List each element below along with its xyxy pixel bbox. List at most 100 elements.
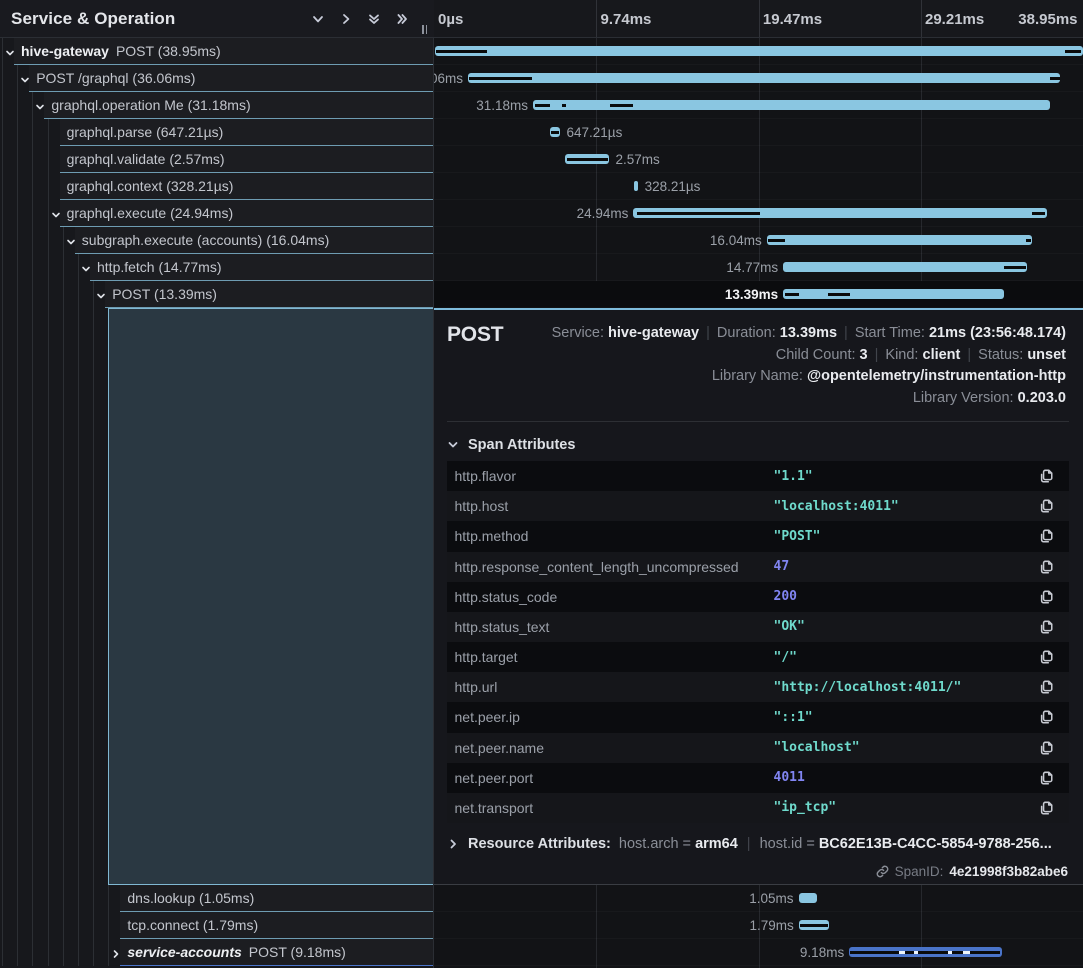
chevron-right-icon[interactable] <box>110 947 122 959</box>
indent-guide <box>2 92 3 119</box>
copy-icon[interactable] <box>1037 740 1053 756</box>
indent-guide <box>17 885 18 912</box>
span-bar[interactable] <box>799 893 817 903</box>
critical-path-segment <box>850 951 1000 954</box>
timeline-row[interactable]: 16.04ms <box>434 227 1083 254</box>
collapse-all-icon[interactable] <box>364 9 384 29</box>
expand-one-icon[interactable] <box>336 9 356 29</box>
copy-icon[interactable] <box>1037 468 1053 484</box>
resource-attributes-toggle[interactable]: Resource Attributes: <box>447 836 611 852</box>
timeline-row[interactable]: 36.06ms <box>434 65 1083 92</box>
copy-icon[interactable] <box>1037 498 1053 514</box>
attribute-key: http.status_text <box>455 619 550 635</box>
indent-guide <box>2 38 3 65</box>
chevron-down-icon[interactable] <box>19 73 31 85</box>
expand-all-icon[interactable] <box>392 9 412 29</box>
timeline-row[interactable]: 31.18ms <box>434 92 1083 119</box>
ruler-tick-label: 29.21ms <box>925 11 984 28</box>
timeline-row[interactable]: 24.94ms <box>434 200 1083 227</box>
span-id-value: 4e21998f3b82abe6 <box>949 864 1068 879</box>
chevron-down-icon[interactable] <box>50 208 62 220</box>
copy-icon[interactable] <box>1037 528 1053 544</box>
span-bar[interactable] <box>468 73 1060 83</box>
chevron-down-icon[interactable] <box>80 262 92 274</box>
chevron-down-icon[interactable] <box>65 235 77 247</box>
span-meta-line: Library Name: @opentelemetry/instrumenta… <box>552 366 1066 388</box>
timeline-row[interactable]: 13.39ms <box>434 281 1083 308</box>
span-bar[interactable] <box>634 181 638 191</box>
operation-name: graphql.validate (2.57ms) <box>67 151 225 167</box>
indent-guide <box>17 119 18 146</box>
span-row-graphql.context[interactable]: graphql.context (328.21µs) <box>0 173 434 200</box>
copy-icon[interactable] <box>1037 709 1053 725</box>
duration-label: 9.18ms <box>800 939 844 966</box>
timeline-row[interactable]: 1.05ms <box>434 885 1083 912</box>
indent-guide <box>32 92 33 119</box>
copy-icon[interactable] <box>1037 589 1053 605</box>
attribute-key: net.peer.name <box>455 740 545 756</box>
copy-icon[interactable] <box>1037 649 1053 665</box>
copy-icon[interactable] <box>1037 800 1053 816</box>
row-border <box>120 965 434 966</box>
attribute-key: net.peer.port <box>455 770 534 786</box>
span-tree: hive-gatewayPOST (38.95ms)POST /graphql … <box>0 38 434 968</box>
span-bar[interactable] <box>783 289 1004 299</box>
span-row-graphql.parse[interactable]: graphql.parse (647.21µs) <box>0 119 434 146</box>
attribute-key: http.target <box>455 649 518 665</box>
indent-guide <box>32 227 33 254</box>
span-attributes-header[interactable]: Span Attributes <box>447 437 575 453</box>
span-row-graphql.execute[interactable]: graphql.execute (24.94ms) <box>0 200 434 227</box>
resource-attributes-row[interactable]: Resource Attributes:host.arch = arm64|ho… <box>447 832 1052 856</box>
meta-value: 21ms (23:56:48.174) <box>929 325 1066 341</box>
duration-label: 13.39ms <box>725 281 778 308</box>
span-bar[interactable] <box>435 46 1083 56</box>
timeline-row[interactable]: 328.21µs <box>434 173 1083 200</box>
copy-icon[interactable] <box>1037 679 1053 695</box>
indent-guide <box>78 254 79 281</box>
chevron-down-icon[interactable] <box>34 100 46 112</box>
attribute-value: "/" <box>774 650 797 665</box>
copy-icon[interactable] <box>1037 619 1053 635</box>
indent-guide <box>48 119 49 146</box>
span-row-hive-gateway[interactable]: hive-gatewayPOST (38.95ms) <box>0 38 434 65</box>
attribute-value: "OK" <box>774 619 805 634</box>
service-operation-title: Service & Operation <box>11 9 175 29</box>
collapse-one-icon[interactable] <box>308 9 328 29</box>
span-row-subgraph.execute[interactable]: subgraph.execute (accounts) (16.04ms) <box>0 227 434 254</box>
timeline-row[interactable]: 38.95ms <box>434 38 1083 65</box>
span-row-POST[interactable]: POST (13.39ms) <box>0 281 434 308</box>
resource-attribute-key: host.id = <box>760 836 819 852</box>
span-row-http.fetch[interactable]: http.fetch (14.77ms) <box>0 254 434 281</box>
chevron-down-icon[interactable] <box>95 289 107 301</box>
span-id-row[interactable]: SpanID:4e21998f3b82abe6 <box>876 861 1068 883</box>
indent-guide <box>17 92 18 119</box>
span-row-POST[interactable]: POST /graphql (36.06ms) <box>0 65 434 92</box>
timeline-row[interactable]: 14.77ms <box>434 254 1083 281</box>
span-tick <box>914 951 918 954</box>
duration-label: 24.94ms <box>577 200 629 227</box>
indent-guide <box>32 281 33 308</box>
span-bar[interactable] <box>783 262 1027 272</box>
timeline-row[interactable]: 2.57ms <box>434 146 1083 173</box>
meta-separator: | <box>868 347 886 363</box>
timeline-row[interactable]: 647.21µs <box>434 119 1083 146</box>
timeline-row[interactable]: 9.18ms <box>434 939 1083 966</box>
column-resizer[interactable] <box>422 25 427 34</box>
attribute-row: http.target "/" <box>447 642 1069 672</box>
span-row-tcp.connect[interactable]: tcp.connect (1.79ms) <box>0 912 434 939</box>
span-row-dns.lookup[interactable]: dns.lookup (1.05ms) <box>0 885 434 912</box>
span-row-service-accounts[interactable]: service-accountsPOST (9.18ms) <box>0 939 434 966</box>
chevron-down-icon[interactable] <box>4 46 16 58</box>
timeline-ruler[interactable]: 0µs9.74ms19.47ms29.21ms38.95ms <box>434 0 1083 38</box>
span-row-graphql.validate[interactable]: graphql.validate (2.57ms) <box>0 146 434 173</box>
copy-icon[interactable] <box>1037 559 1053 575</box>
timeline-row[interactable]: 1.79ms <box>434 912 1083 939</box>
span-bar[interactable] <box>767 235 1033 245</box>
ruler-tick-label: 0µs <box>438 11 463 28</box>
critical-path-segment <box>436 50 487 53</box>
detail-gutter <box>0 308 108 885</box>
attribute-key: net.transport <box>455 800 534 816</box>
span-row-graphql.operation[interactable]: graphql.operation Me (31.18ms) <box>0 92 434 119</box>
operation-name: POST (13.39ms) <box>112 286 217 302</box>
copy-icon[interactable] <box>1037 770 1053 786</box>
